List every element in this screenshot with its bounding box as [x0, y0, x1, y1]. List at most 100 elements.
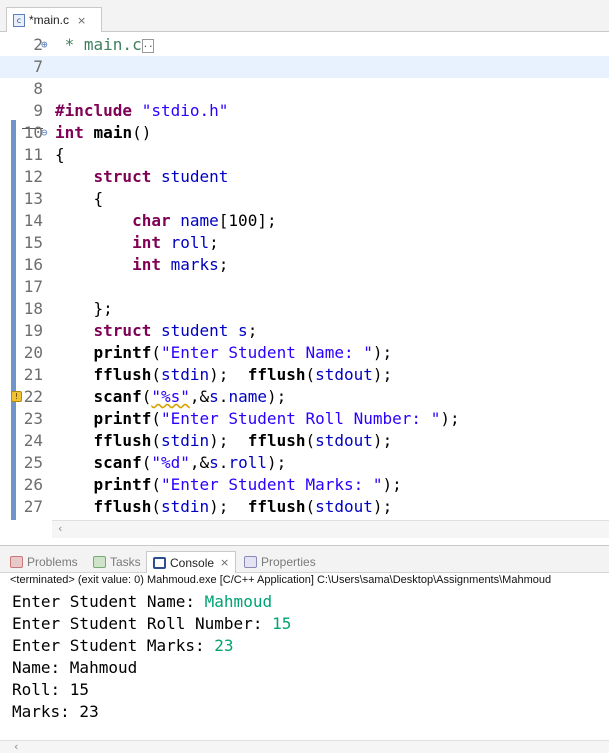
- line-number: 9: [33, 101, 43, 120]
- tab-problems[interactable]: Problems: [10, 551, 78, 573]
- line-number: 17: [23, 277, 43, 296]
- code-text: char name[100];: [132, 211, 277, 230]
- code-line-23[interactable]: 23 printf("Enter Student Roll Number: ")…: [0, 408, 609, 430]
- code-text: printf("Enter Student Marks: ");: [93, 475, 402, 494]
- line-number: 7: [33, 57, 43, 76]
- code-line-13[interactable]: 13 {: [0, 188, 609, 210]
- code-line-20[interactable]: 20 printf("Enter Student Name: ");: [0, 342, 609, 364]
- code-line-8[interactable]: 8: [0, 78, 609, 100]
- code-line-15[interactable]: 15 int roll;: [0, 232, 609, 254]
- code-text: fflush(stdin); fflush(stdout);: [93, 497, 393, 516]
- console-status-line: <terminated> (exit value: 0) Mahmoud.exe…: [10, 574, 552, 586]
- close-icon[interactable]: ×: [220, 556, 229, 569]
- line-number: 25: [23, 453, 43, 472]
- c-file-icon: c: [13, 13, 25, 27]
- code-line-19[interactable]: 19 struct student s;: [0, 320, 609, 342]
- code-line-16[interactable]: 16 int marks;: [0, 254, 609, 276]
- line-number: 24: [23, 431, 43, 450]
- editor-tab-label: *main.c: [29, 13, 70, 27]
- close-icon[interactable]: ×: [77, 14, 86, 27]
- properties-icon: [244, 556, 257, 568]
- line-number: 14: [23, 211, 43, 230]
- tab-console[interactable]: Console ×: [146, 551, 237, 573]
- console-line: Name: Mahmoud: [12, 658, 138, 677]
- line-number: 23: [23, 409, 43, 428]
- tasks-icon: [93, 556, 106, 568]
- code-line-14[interactable]: 14 char name[100];: [0, 210, 609, 232]
- line-number: 11: [23, 145, 43, 164]
- line-number: 8: [33, 79, 43, 98]
- code-text: #include "stdio.h": [55, 101, 229, 120]
- console-user-input: Mahmoud: [204, 592, 273, 611]
- console-line: Enter Student Roll Number: 15: [12, 614, 292, 633]
- code-text: fflush(stdin); fflush(stdout);: [93, 431, 393, 450]
- line-number: 20: [23, 343, 43, 362]
- console-output[interactable]: Enter Student Name: Mahmoud Enter Student…: [0, 590, 609, 740]
- folded-comment-icon[interactable]: ..: [141, 38, 154, 53]
- line-number: 12: [23, 167, 43, 186]
- code-editor[interactable]: 2 ⊕ * main.c.. 7 8 9 #include "stdio.h" 10 ⊖ int…: [0, 32, 609, 538]
- console-user-input: 23: [214, 636, 234, 655]
- line-number: 2: [33, 35, 43, 54]
- code-text: struct student: [93, 167, 229, 186]
- code-line-21[interactable]: 21 fflush(stdin); fflush(stdout);: [0, 364, 609, 386]
- console-line: Roll: 15: [12, 680, 90, 699]
- code-line-17[interactable]: 17: [0, 276, 609, 298]
- view-tab-bar: Problems Tasks Console × Properties: [0, 545, 609, 573]
- console-line: Enter Student Marks: 23: [12, 636, 234, 655]
- line-number: 26: [23, 475, 43, 494]
- code-line-2[interactable]: 2 ⊕ * main.c..: [0, 34, 609, 56]
- tab-tasks[interactable]: Tasks: [93, 551, 141, 573]
- console-horizontal-scrollbar[interactable]: ‹: [0, 740, 609, 753]
- line-number: 21: [23, 365, 43, 384]
- tab-tasks-label: Tasks: [110, 555, 141, 569]
- line-number: 18: [23, 299, 43, 318]
- code-line-25[interactable]: 25 scanf("%d",&s.roll);: [0, 452, 609, 474]
- code-line-10[interactable]: 10 ⊖ int main(): [0, 122, 609, 144]
- fold-expand-icon[interactable]: ⊕: [41, 34, 48, 56]
- tab-properties-label: Properties: [261, 555, 316, 569]
- line-number: 27: [23, 497, 43, 516]
- console-icon: [153, 556, 166, 569]
- code-text: scanf("%s",&s.name);: [93, 387, 287, 406]
- code-text: printf("Enter Student Name: ");: [93, 343, 393, 362]
- code-line-22[interactable]: ! 22 scanf("%s",&s.name);: [0, 386, 609, 408]
- code-line-11[interactable]: 11 {: [0, 144, 609, 166]
- code-text: printf("Enter Student Roll Number: ");: [93, 409, 460, 428]
- editor-tab-main-c[interactable]: c *main.c ×: [6, 7, 102, 32]
- line-number: 10: [23, 123, 43, 142]
- code-line-7[interactable]: 7: [0, 56, 609, 78]
- code-line-12[interactable]: 12 struct student: [0, 166, 609, 188]
- editor-tab-bar: c *main.c ×: [0, 0, 609, 32]
- code-text: fflush(stdin); fflush(stdout);: [93, 365, 393, 384]
- line-number: 15: [23, 233, 43, 252]
- code-text: int marks;: [132, 255, 229, 274]
- code-text: struct student s;: [93, 321, 258, 340]
- code-text: scanf("%d",&s.roll);: [93, 453, 287, 472]
- code-line-27[interactable]: 27 fflush(stdin); fflush(stdout);: [0, 496, 609, 518]
- tab-problems-label: Problems: [27, 555, 78, 569]
- line-number: 22: [23, 387, 43, 406]
- code-line-24[interactable]: 24 fflush(stdin); fflush(stdout);: [0, 430, 609, 452]
- code-text: * main.c..: [55, 35, 154, 54]
- tab-properties[interactable]: Properties: [244, 551, 316, 573]
- scroll-left-icon[interactable]: ‹: [58, 522, 62, 535]
- code-text: int roll;: [132, 233, 219, 252]
- console-user-input: 15: [272, 614, 292, 633]
- code-line-26[interactable]: 26 printf("Enter Student Marks: ");: [0, 474, 609, 496]
- code-text: };: [93, 299, 113, 318]
- code-line-18[interactable]: 18 };: [0, 298, 609, 320]
- line-number: 13: [23, 189, 43, 208]
- console-line: Marks: 23: [12, 702, 99, 721]
- tab-console-label: Console: [170, 555, 215, 570]
- fold-collapse-icon[interactable]: ⊖: [41, 122, 48, 144]
- code-line-9[interactable]: 9 #include "stdio.h": [0, 100, 609, 122]
- editor-horizontal-scrollbar[interactable]: ‹: [52, 520, 609, 538]
- console-line: Enter Student Name: Mahmoud: [12, 592, 273, 611]
- scroll-left-icon[interactable]: ‹: [14, 740, 18, 753]
- code-text: {: [55, 145, 65, 164]
- line-number: 16: [23, 255, 43, 274]
- code-text: {: [93, 189, 104, 208]
- line-number: 19: [23, 321, 43, 340]
- code-text: int main(): [55, 123, 152, 142]
